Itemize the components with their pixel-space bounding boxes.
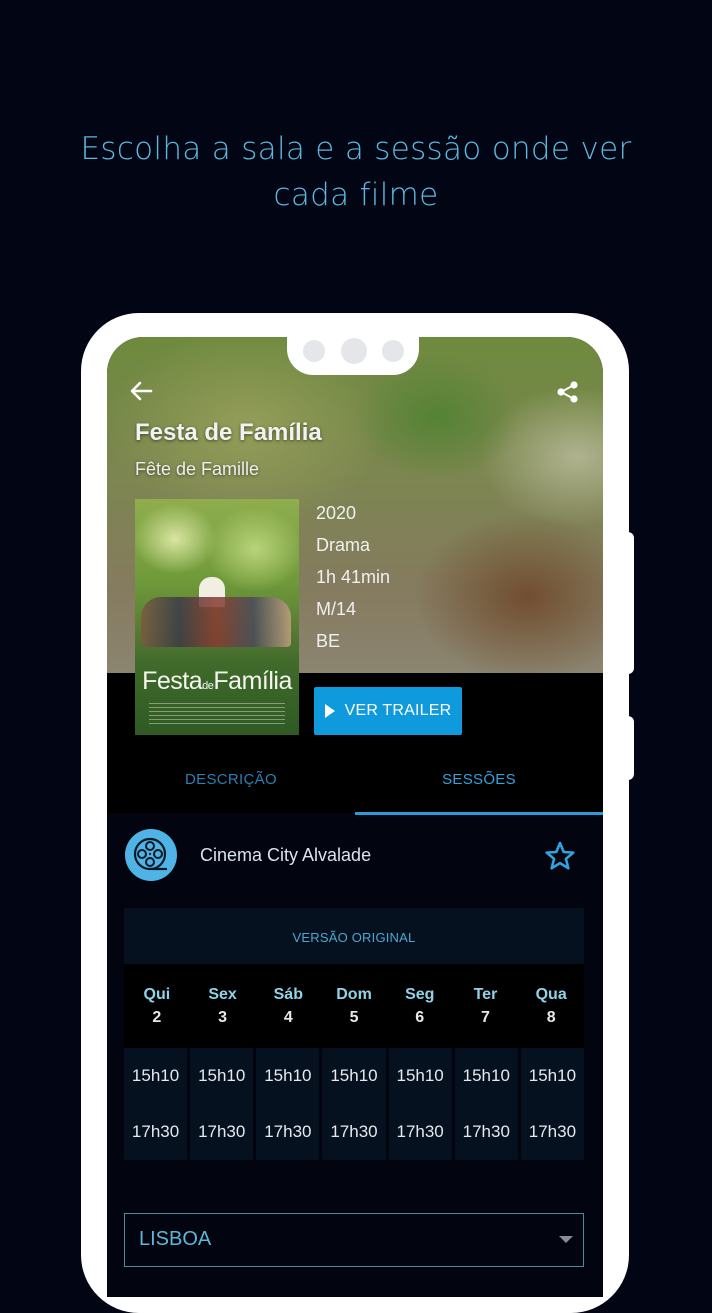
session-time[interactable]: 15h10	[322, 1048, 385, 1104]
session-time[interactable]: 15h10	[190, 1048, 253, 1104]
poster-title-word: de	[202, 680, 214, 692]
day-name: Sex	[208, 986, 237, 1003]
session-time[interactable]: 17h30	[521, 1104, 584, 1160]
session-time[interactable]: 17h30	[256, 1104, 319, 1160]
day-column: 15h10 17h30	[520, 1048, 584, 1160]
camera-dot	[341, 338, 367, 364]
cinema-name: Cinema City Alvalade	[200, 845, 372, 865]
chevron-down-icon	[559, 1236, 573, 1243]
promo-headline: Escolha a sala e a sessão onde ver cada …	[0, 126, 712, 218]
cinema-row[interactable]: Cinema City Alvalade	[107, 813, 603, 899]
day-date: 6	[415, 1009, 425, 1026]
session-time[interactable]: 15h10	[256, 1048, 319, 1104]
camera-dot	[303, 340, 325, 362]
tab-sessions[interactable]: SESSÕES	[355, 757, 603, 815]
session-time[interactable]: 15h10	[389, 1048, 452, 1104]
day-header[interactable]: Qua 8	[518, 964, 584, 1048]
movie-rating: M/14	[316, 599, 357, 619]
session-time[interactable]: 15h10	[521, 1048, 584, 1104]
day-date: 4	[283, 1009, 293, 1026]
day-name: Qui	[143, 986, 171, 1003]
poster-credits	[149, 703, 285, 725]
tab-description[interactable]: DESCRIÇÃO	[107, 757, 355, 813]
share-icon	[557, 381, 578, 403]
favorite-button[interactable]	[543, 839, 577, 873]
day-date: 5	[349, 1009, 359, 1026]
watch-trailer-label: VER TRAILER	[344, 702, 452, 719]
poster-title-word: Família	[213, 667, 292, 695]
session-time[interactable]: 17h30	[190, 1104, 253, 1160]
movie-original-title: Fête de Famille	[135, 459, 260, 479]
day-header[interactable]: Sex 3	[190, 964, 256, 1048]
session-time[interactable]: 17h30	[124, 1104, 187, 1160]
day-column: 15h10 17h30	[190, 1048, 254, 1160]
session-times-grid: 15h10 17h30 15h10 17h30 15h10 17h30 15h10 17…	[124, 1048, 584, 1160]
play-icon	[324, 704, 335, 718]
app-screen: Festa de Família Fête de Famille Festade…	[107, 337, 603, 1297]
phone-volume-button	[626, 532, 634, 674]
session-time[interactable]: 15h10	[124, 1048, 187, 1104]
poster-title: FestadeFamília	[135, 667, 299, 696]
day-header[interactable]: Sáb 4	[255, 964, 321, 1048]
day-header[interactable]: Seg 6	[387, 964, 453, 1048]
movie-poster[interactable]: FestadeFamília	[135, 499, 299, 735]
day-date: 2	[152, 1009, 162, 1026]
star-outline-icon	[545, 841, 575, 870]
phone-power-button	[626, 716, 634, 780]
day-column: 15h10 17h30	[322, 1048, 386, 1160]
tab-bar: DESCRIÇÃO SESSÕES	[107, 757, 603, 815]
film-reel-icon	[125, 829, 177, 881]
day-name: Qua	[535, 986, 567, 1003]
back-button[interactable]	[125, 375, 157, 407]
camera-dot	[382, 340, 404, 362]
poster-people-shape	[141, 597, 291, 647]
day-header[interactable]: Dom 5	[321, 964, 387, 1048]
session-time[interactable]: 15h10	[455, 1048, 518, 1104]
session-time[interactable]: 17h30	[455, 1104, 518, 1160]
promo-headline-line-1: Escolha a sala e a sessão onde ver	[80, 131, 632, 167]
day-date: 3	[218, 1009, 228, 1026]
region-select[interactable]: LISBOA	[124, 1213, 584, 1267]
day-name: Sáb	[273, 986, 303, 1003]
day-column: 15h10 17h30	[454, 1048, 518, 1160]
arrow-left-icon	[130, 381, 153, 401]
day-header[interactable]: Qui 2	[124, 964, 190, 1048]
day-name: Ter	[473, 986, 498, 1003]
movie-country: BE	[316, 631, 341, 651]
promo-headline-line-2: cada filme	[273, 177, 439, 213]
version-label: VERSÃO ORIGINAL	[124, 908, 584, 964]
movie-duration: 1h 41min	[316, 567, 391, 587]
movie-title: Festa de Família	[135, 419, 322, 446]
day-name: Seg	[405, 986, 435, 1003]
share-button[interactable]	[553, 377, 583, 407]
day-column: 15h10 17h30	[388, 1048, 452, 1160]
day-column: 15h10 17h30	[124, 1048, 188, 1160]
day-header[interactable]: Ter 7	[453, 964, 519, 1048]
session-time[interactable]: 17h30	[389, 1104, 452, 1160]
day-date: 8	[546, 1009, 556, 1026]
watch-trailer-button[interactable]: VER TRAILER	[314, 687, 462, 735]
day-name: Dom	[336, 986, 372, 1003]
day-header-row: Qui 2 Sex 3 Sáb 4 Dom 5 Seg 6 Ter 7 Qua 8	[124, 964, 584, 1048]
poster-title-word: Festa	[142, 667, 203, 695]
region-select-value: LISBOA	[139, 1228, 212, 1250]
movie-genre: Drama	[316, 535, 371, 555]
movie-year: 2020	[316, 503, 357, 523]
phone-notch	[287, 337, 419, 375]
day-column: 15h10 17h30	[256, 1048, 320, 1160]
session-schedule: Qui 2 Sex 3 Sáb 4 Dom 5 Seg 6 Ter 7 Qua 8 15h10…	[124, 964, 584, 1160]
session-time[interactable]: 17h30	[322, 1104, 385, 1160]
movie-meta: 2020 Drama 1h 41min M/14 BE	[316, 501, 390, 661]
day-date: 7	[481, 1009, 490, 1026]
